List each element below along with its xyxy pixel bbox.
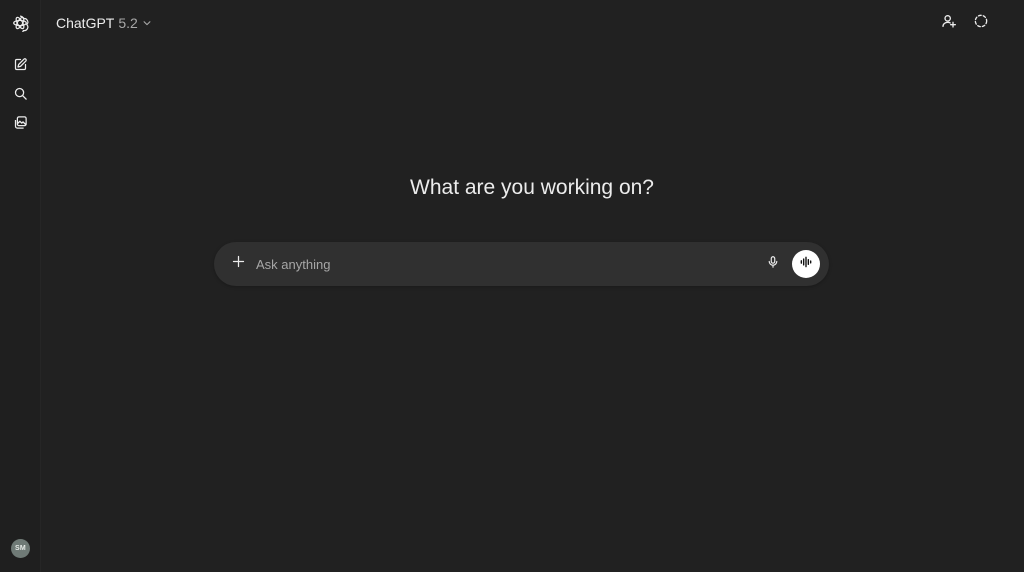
- library-icon: [13, 115, 28, 130]
- library-button[interactable]: [8, 110, 32, 134]
- voice-waveform-icon: [799, 255, 813, 274]
- new-chat-icon: [13, 57, 28, 72]
- add-people-button[interactable]: [937, 11, 961, 35]
- microphone-icon: [766, 255, 780, 274]
- prompt-composer: [214, 242, 829, 286]
- avatar[interactable]: SM: [11, 539, 30, 558]
- openai-logo-icon[interactable]: [8, 11, 32, 35]
- user-initials: SM: [15, 545, 26, 552]
- add-attachment-button[interactable]: [226, 252, 250, 276]
- model-switcher[interactable]: ChatGPT 5.2: [50, 11, 158, 35]
- app-window: SM ChatGPT 5.2 What are you working on? …: [0, 0, 1024, 572]
- model-version: 5.2: [118, 15, 138, 31]
- voice-mode-button[interactable]: [792, 250, 820, 278]
- chevron-down-icon: [142, 15, 152, 31]
- search-icon: [13, 86, 28, 101]
- temporary-chat-button[interactable]: [969, 11, 993, 35]
- plus-icon: [231, 254, 246, 274]
- sidebar-rail: SM: [0, 0, 41, 572]
- dictate-button[interactable]: [761, 252, 785, 276]
- add-person-icon: [941, 13, 957, 34]
- temporary-chat-icon: [973, 13, 989, 34]
- page-title: What are you working on?: [410, 176, 654, 199]
- new-chat-button[interactable]: [8, 52, 32, 76]
- model-name: ChatGPT: [56, 15, 115, 31]
- prompt-input[interactable]: [256, 253, 746, 275]
- search-chats-button[interactable]: [8, 81, 32, 105]
